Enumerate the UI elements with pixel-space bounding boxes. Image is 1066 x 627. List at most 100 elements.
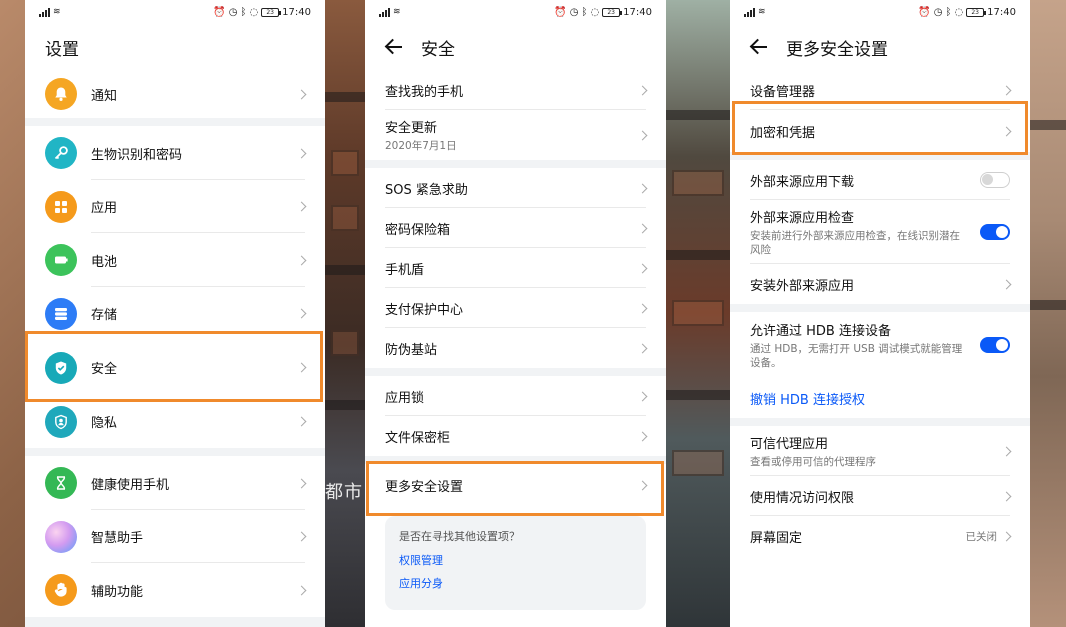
bell-icon: [45, 78, 77, 110]
security-item-fake-base-station[interactable]: 防伪基站: [365, 328, 666, 368]
back-arrow-icon[interactable]: [385, 38, 403, 56]
nfc-icon: ◌: [954, 6, 964, 18]
chevron-right-icon: [296, 585, 307, 595]
signal-icon: [39, 7, 50, 17]
suggestion-card: 是否在寻找其他设置项？ 权限管理 应用分身: [385, 516, 646, 610]
page-title: 更多安全设置: [730, 24, 1030, 70]
battery-icon: 23: [261, 7, 282, 17]
battery-icon: [45, 244, 77, 276]
bluetooth-icon: ᛒ: [581, 6, 588, 18]
status-bar: ≋ ⏰ ◷ ᛒ ◌ 23 17:40: [365, 0, 666, 24]
page-title: 安全: [365, 24, 666, 70]
settings-item-privacy[interactable]: 隐私: [25, 395, 325, 448]
chevron-right-icon: [637, 85, 648, 95]
background-overlay-text: 都市: [325, 482, 363, 503]
bluetooth-icon: ᛒ: [240, 6, 247, 18]
more-security-screen: ≋ ⏰ ◷ ᛒ ◌ 23 17:40 更多安全设置 设备管理器 加密和凭据 外部…: [730, 0, 1030, 627]
security-item-more-settings[interactable]: 更多安全设置: [365, 464, 666, 506]
chevron-right-icon: [637, 263, 648, 273]
more-item-install-external[interactable]: 安装外部来源应用: [730, 264, 1030, 304]
bluetooth-icon: ᛒ: [945, 6, 952, 18]
status-time: 17:40: [282, 6, 311, 18]
chevron-right-icon: [296, 478, 307, 488]
external-check-toggle[interactable]: [980, 224, 1010, 240]
chevron-right-icon: [296, 308, 307, 319]
wifi-icon: ≋: [53, 7, 61, 17]
external-download-toggle[interactable]: [980, 172, 1010, 188]
wifi-icon: ≋: [393, 7, 401, 17]
security-item-app-lock[interactable]: 应用锁: [365, 376, 666, 416]
background-photo-strip: [1030, 0, 1066, 627]
chevron-right-icon: [296, 531, 307, 542]
chevron-right-icon: [637, 343, 648, 353]
settings-item-storage[interactable]: 存储: [25, 287, 325, 340]
apps-grid-icon: [45, 190, 77, 223]
alarm-icon: ⏰: [554, 6, 567, 18]
chevron-right-icon: [296, 255, 307, 265]
clock-icon: ◷: [228, 6, 238, 18]
chevron-right-icon: [296, 416, 307, 427]
more-item-screen-pinning[interactable]: 屏幕固定 已关闭: [730, 516, 1030, 556]
security-item-security-update[interactable]: 安全更新 2020年7月1日: [365, 110, 666, 160]
screen-pinning-state: 已关闭: [965, 530, 998, 543]
more-item-encryption-credentials[interactable]: 加密和凭据: [730, 110, 1030, 152]
chevron-right-icon: [1001, 531, 1012, 541]
more-item-device-admin[interactable]: 设备管理器: [730, 70, 1030, 110]
security-item-phone-shield[interactable]: 手机盾: [365, 248, 666, 288]
more-item-usage-access[interactable]: 使用情况访问权限: [730, 476, 1030, 516]
settings-item-accessibility[interactable]: 辅助功能: [25, 563, 325, 617]
signal-icon: [744, 7, 755, 17]
settings-item-digital-balance[interactable]: 健康使用手机: [25, 456, 325, 510]
signal-icon: [379, 7, 390, 17]
security-item-sos[interactable]: SOS 紧急求助: [365, 168, 666, 208]
chevron-right-icon: [637, 391, 648, 401]
more-item-trust-agents[interactable]: 可信代理应用 查看或停用可信的代理程序: [730, 426, 1030, 476]
suggestion-question: 是否在寻找其他设置项？: [399, 530, 520, 543]
clock-icon: ◷: [569, 6, 579, 18]
settings-item-battery[interactable]: 电池: [25, 233, 325, 287]
wifi-icon: ≋: [758, 7, 766, 17]
status-bar: ≋ ⏰ ◷ ᛒ ◌ 23 17:40: [730, 0, 1030, 24]
status-bar: ≋ ⏰ ◷ ᛒ ◌ 23 17:40: [25, 0, 325, 24]
security-item-payment-protection[interactable]: 支付保护中心: [365, 288, 666, 328]
settings-item-smart-assistant[interactable]: 智慧助手: [25, 510, 325, 563]
chevron-right-icon: [296, 362, 307, 373]
security-item-find-phone[interactable]: 查找我的手机: [365, 70, 666, 110]
settings-item-apps[interactable]: 应用: [25, 180, 325, 233]
battery-icon: 23: [966, 7, 987, 17]
more-item-external-download[interactable]: 外部来源应用下载: [730, 160, 1030, 200]
chevron-right-icon: [1001, 126, 1012, 136]
key-icon: [45, 137, 77, 169]
chevron-right-icon: [637, 303, 648, 313]
chevron-right-icon: [1001, 491, 1012, 501]
settings-item-security[interactable]: 安全: [25, 340, 325, 395]
settings-item-notifications[interactable]: 通知: [25, 70, 325, 118]
link-permission-management[interactable]: 权限管理: [399, 552, 632, 568]
link-app-twin[interactable]: 应用分身: [399, 575, 632, 591]
chevron-right-icon: [296, 89, 307, 99]
status-time: 17:40: [987, 6, 1016, 18]
battery-icon: 23: [602, 7, 623, 17]
back-arrow-icon[interactable]: [750, 38, 768, 56]
nfc-icon: ◌: [590, 6, 600, 18]
settings-screen: ≋ ⏰ ◷ ᛒ ◌ 23 17:40 设置 通知 生物识别和密码 应用 电池 存…: [25, 0, 325, 627]
security-screen: ≋ ⏰ ◷ ᛒ ◌ 23 17:40 安全 查找我的手机 安全更新 2020年7月…: [365, 0, 666, 627]
background-photo-strip: 都市: [325, 0, 365, 627]
more-item-external-check[interactable]: 外部来源应用检查 安装前进行外部来源应用检查，在线识别潜在风险: [730, 200, 1030, 264]
settings-item-biometrics[interactable]: 生物识别和密码: [25, 126, 325, 180]
chevron-right-icon: [637, 480, 648, 490]
nfc-icon: ◌: [249, 6, 259, 18]
more-item-revoke-hdb[interactable]: 撤销 HDB 连接授权: [730, 378, 1030, 418]
security-item-file-safe[interactable]: 文件保密柜: [365, 416, 666, 456]
chevron-right-icon: [296, 201, 307, 212]
chevron-right-icon: [637, 223, 648, 233]
chevron-right-icon: [637, 130, 648, 140]
background-photo-strip: [666, 0, 730, 627]
shield-check-icon: [45, 351, 77, 384]
security-item-password-vault[interactable]: 密码保险箱: [365, 208, 666, 248]
chevron-right-icon: [296, 148, 307, 158]
clock-icon: ◷: [933, 6, 943, 18]
chevron-right-icon: [1001, 279, 1012, 289]
allow-hdb-toggle[interactable]: [980, 337, 1010, 353]
more-item-allow-hdb[interactable]: 允许通过 HDB 连接设备 通过 HDB，无需打开 USB 调试模式就能管理设备。: [730, 312, 1030, 378]
